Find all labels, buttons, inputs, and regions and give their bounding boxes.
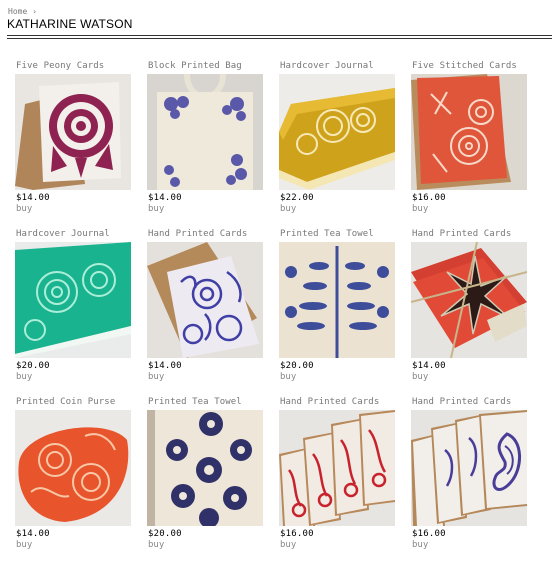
product-title[interactable]: Five Stitched Cards [412, 61, 527, 72]
product-card: Five Stitched Cards $16.00 buy [411, 61, 527, 215]
buy-link[interactable]: buy [412, 372, 527, 383]
product-title[interactable]: Five Peony Cards [16, 61, 131, 72]
buy-link[interactable]: buy [280, 372, 395, 383]
product-price: $14.00 [16, 193, 50, 203]
product-card: Hand Printed Cards $16.00 buy [411, 397, 527, 551]
product-price: $14.00 [148, 361, 182, 371]
tote-bag-image[interactable] [147, 74, 263, 190]
product-title[interactable]: Block Printed Bag [148, 61, 263, 72]
stitched-cards-image[interactable] [411, 74, 527, 190]
header-rule-top [7, 35, 552, 36]
product-title[interactable]: Printed Coin Purse [16, 397, 131, 408]
breadcrumb: Home › [8, 6, 552, 17]
buy-link[interactable]: buy [16, 540, 131, 551]
product-card: Printed Tea Towel $20.00 buy [147, 397, 263, 551]
buy-link[interactable]: buy [280, 204, 395, 215]
product-price: $14.00 [412, 361, 446, 371]
buy-link[interactable]: buy [412, 540, 527, 551]
product-price: $16.00 [412, 529, 446, 539]
tree-tea-towel-image[interactable] [279, 242, 395, 358]
product-card: Hand Printed Cards $16.00 buy [279, 397, 395, 551]
blue-cards-image[interactable] [147, 242, 263, 358]
product-title[interactable]: Printed Tea Towel [280, 229, 395, 240]
product-price: $16.00 [412, 193, 446, 203]
product-card: Printed Tea Towel $20.00 buy [279, 229, 395, 383]
header-rule-bottom [7, 38, 552, 39]
product-title[interactable]: Hardcover Journal [16, 229, 131, 240]
product-title[interactable]: Printed Tea Towel [148, 397, 263, 408]
buy-link[interactable]: buy [280, 540, 395, 551]
shop-title: KATHARINE WATSON [7, 17, 133, 31]
product-price: $14.00 [16, 529, 50, 539]
yellow-journal-image[interactable] [279, 74, 395, 190]
product-card: Hardcover Journal $22.00 buy [279, 61, 395, 215]
product-card: Hardcover Journal $20.00 buy [15, 229, 131, 383]
peony-cards-image[interactable] [15, 74, 131, 190]
product-card: Five Peony Cards $14.00 buy [15, 61, 131, 215]
flower-tea-towel-image[interactable] [147, 410, 263, 526]
teal-journal-image[interactable] [15, 242, 131, 358]
buy-link[interactable]: buy [148, 540, 263, 551]
product-price: $20.00 [148, 529, 182, 539]
breadcrumb-home-link[interactable]: Home [8, 7, 27, 16]
breadcrumb-separator: › [32, 7, 37, 16]
product-price: $20.00 [280, 361, 314, 371]
paisley-cards-image[interactable] [411, 410, 527, 526]
coin-purse-image[interactable] [15, 410, 131, 526]
red-cards-image[interactable] [279, 410, 395, 526]
buy-link[interactable]: buy [16, 372, 131, 383]
product-title[interactable]: Hand Printed Cards [412, 397, 527, 408]
product-price: $20.00 [16, 361, 50, 371]
buy-link[interactable]: buy [412, 204, 527, 215]
product-card: Hand Printed Cards $14.00 buy [411, 229, 527, 383]
product-card: Printed Coin Purse $14.00 buy [15, 397, 131, 551]
page-header: Home › KATHARINE WATSON [7, 6, 552, 32]
product-title[interactable]: Hardcover Journal [280, 61, 395, 72]
product-title[interactable]: Hand Printed Cards [412, 229, 527, 240]
product-price: $14.00 [148, 193, 182, 203]
product-price: $22.00 [280, 193, 314, 203]
product-price: $16.00 [280, 529, 314, 539]
twine-cards-image[interactable] [411, 242, 527, 358]
buy-link[interactable]: buy [148, 372, 263, 383]
buy-link[interactable]: buy [16, 204, 131, 215]
product-title[interactable]: Hand Printed Cards [280, 397, 395, 408]
product-card: Block Printed Bag $14.00 buy [147, 61, 263, 215]
product-title[interactable]: Hand Printed Cards [148, 229, 263, 240]
product-card: Hand Printed Cards $14.00 buy [147, 229, 263, 383]
buy-link[interactable]: buy [148, 204, 263, 215]
